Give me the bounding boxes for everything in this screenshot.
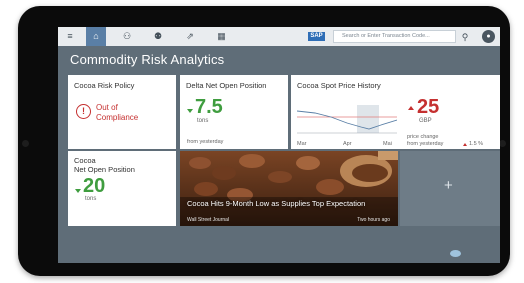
shell-header: ≡ ⌂ ⚇ ⚉ ⇗ ▦ SAP Search or Enter Transact…: [58, 27, 500, 46]
search-placeholder: Search or Enter Transaction Code...: [342, 33, 430, 39]
status-line-2: Compliance: [96, 113, 139, 122]
chart-month-1: Mar: [297, 141, 307, 147]
chart-series-line: [297, 110, 397, 130]
grid-icon[interactable]: ▦: [215, 31, 228, 42]
spot-value: 25: [417, 96, 440, 118]
plus-icon: +: [444, 177, 453, 194]
trend-down-icon: [187, 109, 193, 113]
search-icon[interactable]: ⚲: [459, 31, 471, 43]
user-icon[interactable]: ●: [482, 30, 495, 43]
spot-unit: GBP: [419, 118, 432, 124]
price-history-chart: [297, 105, 397, 134]
menu-icon[interactable]: ≡: [64, 31, 76, 42]
sap-logo: SAP: [308, 32, 325, 41]
compliance-status: Out of Compliance: [96, 103, 138, 123]
news-headline: Cocoa Hits 9-Month Low as Supplies Top E…: [187, 199, 366, 208]
launchpad-screen: ≡ ⌂ ⚇ ⚉ ⇗ ▦ SAP Search or Enter Transact…: [58, 27, 500, 263]
share-icon[interactable]: ⇗: [184, 31, 196, 42]
chart-month-2: Apr: [343, 141, 352, 147]
spot-footnote: price change from yesterday: [407, 134, 443, 148]
warning-icon: !: [76, 104, 91, 119]
add-tile-button[interactable]: +: [400, 151, 500, 226]
title-line-1: Cocoa: [74, 156, 96, 165]
status-line-1: Out of: [96, 103, 118, 112]
tile-delta-net-open-position[interactable]: Delta Net Open Position 7.5 tons from ye…: [180, 75, 288, 149]
tile-title: Delta Net Open Position: [186, 81, 267, 90]
tile-title: Cocoa Spot Price History: [297, 81, 381, 90]
delta-value: 7.5: [195, 96, 223, 118]
net-open-unit: tons: [85, 196, 97, 202]
home-icon[interactable]: ⌂: [86, 27, 106, 46]
pct-up-icon: [463, 143, 467, 146]
delta-footnote: from yesterday: [187, 139, 224, 145]
trend-down-icon: [75, 189, 81, 193]
bezel-camera: [22, 140, 29, 147]
tile-title: Cocoa Net Open Position: [74, 156, 135, 174]
tile-cocoa-net-open-position[interactable]: Cocoa Net Open Position 20 tons: [68, 151, 176, 226]
cocoa-beans-image: [180, 151, 398, 226]
page-title: Commodity Risk Analytics: [70, 52, 225, 67]
net-open-value: 20: [83, 175, 106, 197]
footnote-line-1: price change: [407, 134, 439, 140]
bezel-home-button: [499, 140, 506, 147]
delta-unit: tons: [197, 118, 209, 124]
trend-up-icon: [408, 106, 414, 110]
title-line-2: Net Open Position: [74, 165, 135, 174]
chart-month-3: Mai: [383, 141, 392, 147]
footnote-line-2: from yesterday: [407, 141, 444, 147]
tile-risk-policy[interactable]: Cocoa Risk Policy ! Out of Compliance: [68, 75, 176, 149]
org-icon[interactable]: ⚇: [121, 31, 133, 42]
search-input[interactable]: Search or Enter Transaction Code...: [333, 30, 456, 43]
spot-pct-change: 1.5 %: [469, 141, 484, 147]
news-time: Two hours ago: [357, 217, 390, 223]
people-icon[interactable]: ⚉: [152, 31, 164, 42]
tile-cocoa-spot-price[interactable]: Cocoa Spot Price History Mar Apr Mai 25 …: [291, 75, 500, 149]
help-icon[interactable]: [450, 250, 461, 257]
tile-title: Cocoa Risk Policy: [74, 81, 135, 90]
news-source: Wall Street Journal: [187, 217, 230, 223]
tile-news[interactable]: Cocoa Hits 9-Month Low as Supplies Top E…: [180, 151, 398, 226]
